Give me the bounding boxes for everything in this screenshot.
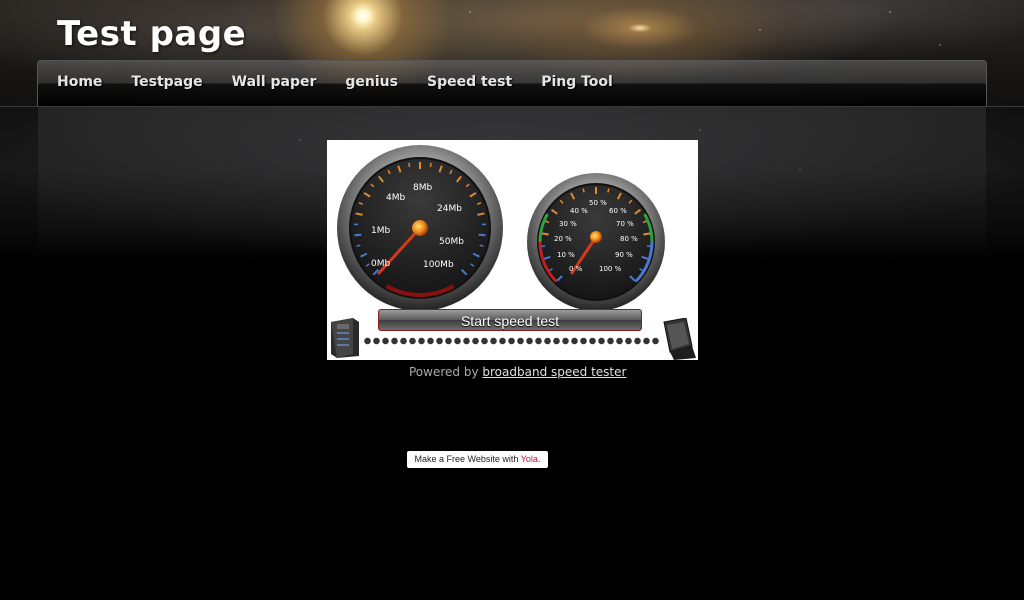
yola-badge[interactable]: Make a Free Website with Yola. [407, 451, 548, 468]
percent-gauge: 0 % 10 % 20 % 30 % 40 % 50 % 60 % 70 % 8… [527, 173, 665, 311]
percent-gauge-tick [607, 188, 610, 193]
percent-gauge-tick [541, 232, 549, 236]
percent-label-20: 20 % [554, 235, 572, 243]
speed-needle-hub [412, 220, 428, 236]
percent-label-80: 80 % [620, 235, 638, 243]
speed-label-4: 24Mb [437, 204, 462, 214]
nav-genius[interactable]: genius [345, 74, 398, 90]
speed-gauge-tick [354, 233, 362, 237]
speed-label-1: 1Mb [371, 226, 390, 236]
speed-label-2: 4Mb [386, 193, 405, 203]
percent-label-100: 100 % [599, 265, 622, 273]
yola-suffix: . [537, 454, 541, 464]
speed-label-6: 100Mb [423, 260, 454, 270]
yola-brand[interactable]: Yola [521, 454, 538, 464]
percent-needle-hub [590, 231, 602, 243]
nav-wall-paper[interactable]: Wall paper [232, 74, 317, 90]
speed-label-5: 50Mb [439, 237, 464, 247]
main-nav: Home Testpage Wall paper genius Speed te… [37, 60, 987, 107]
percent-label-50: 50 % [589, 199, 607, 207]
percent-label-40: 40 % [570, 207, 588, 215]
powered-by-prefix: Powered by [409, 365, 479, 379]
percent-gauge-tick [582, 188, 585, 193]
nav-testpage[interactable]: Testpage [131, 74, 202, 90]
powered-by: Powered by broadband speed tester [409, 365, 626, 379]
percent-label-70: 70 % [616, 220, 634, 228]
nav-speed-test[interactable]: Speed test [427, 74, 512, 90]
nav-divider [0, 106, 1024, 107]
percent-gauge-tick [643, 232, 651, 236]
start-speed-test-button[interactable]: Start speed test [378, 309, 642, 331]
yola-text: Make a Free Website with [414, 454, 519, 464]
speed-gauge-tick [356, 244, 361, 247]
speed-gauge-tick [429, 162, 432, 168]
percent-label-60: 60 % [609, 207, 627, 215]
speed-label-3: 8Mb [413, 183, 432, 193]
percent-label-90: 90 % [615, 251, 633, 259]
percent-label-0: 0 % [569, 265, 583, 273]
broadband-speed-tester-link[interactable]: broadband speed tester [482, 365, 626, 379]
percent-label-30: 30 % [559, 220, 577, 228]
speed-gauge-tick [478, 233, 486, 237]
site-title: Test page [57, 14, 247, 54]
speed-gauge-tick [408, 162, 411, 168]
percent-label-10: 10 % [557, 251, 575, 259]
monitor-icon [663, 318, 696, 360]
nav-ping-tool[interactable]: Ping Tool [541, 74, 613, 90]
speed-test-widget: 0Mb 1Mb 4Mb 8Mb 24Mb 50Mb 100Mb 0 % 10 %… [327, 140, 698, 360]
computer-tower-icon [331, 318, 359, 358]
speed-gauge-tick [479, 244, 484, 247]
connection-dots [363, 337, 659, 345]
speed-gauge: 0Mb 1Mb 4Mb 8Mb 24Mb 50Mb 100Mb [337, 145, 503, 311]
speed-label-0: 0Mb [371, 259, 390, 269]
nav-home[interactable]: Home [57, 74, 102, 90]
